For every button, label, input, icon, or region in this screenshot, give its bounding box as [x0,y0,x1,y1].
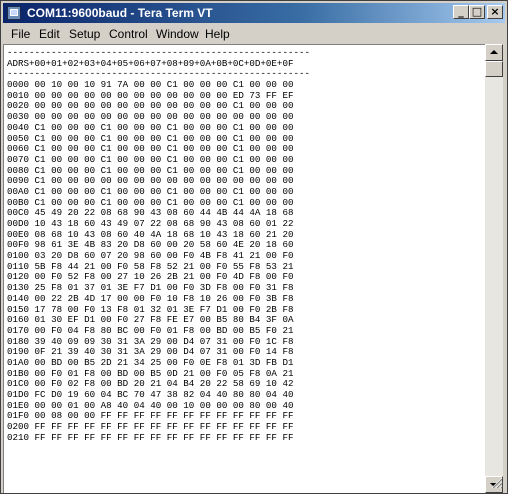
resize-grip-icon[interactable] [491,477,503,489]
menu-window[interactable]: Window [156,27,199,41]
terminal-line: 0010 00 00 00 00 00 00 00 00 00 00 00 00… [7,90,294,101]
terminal-line: 00B0 C1 00 00 00 C1 00 00 00 C1 00 00 00… [7,197,294,208]
terminal-line: 0180 39 40 09 09 30 31 3A 29 00 D4 07 31… [7,336,294,347]
title-bar[interactable]: COM11:9600baud - Tera Term VT _ □ × [3,3,505,23]
menu-bar: File Edit Setup Control Window Help [3,24,505,43]
terminal-line: 0120 00 F0 52 F8 00 27 10 26 2B 21 00 F0… [7,272,294,283]
minimize-button[interactable]: _ [453,5,469,19]
terminal-line: 01E0 00 00 01 00 A8 40 04 40 00 10 00 00… [7,400,294,411]
scroll-up-button[interactable] [485,44,503,61]
terminal-line: 0170 00 F0 04 F8 80 BC 00 F0 01 F8 00 BD… [7,325,294,336]
terminal-line: 0070 C1 00 00 00 C1 00 00 00 C1 00 00 00… [7,154,294,165]
terminal-line: 00D0 10 43 18 60 43 49 07 22 08 68 90 43… [7,219,294,229]
terminal-line: 0190 0F 21 39 40 30 31 3A 29 00 D4 07 31… [7,347,294,358]
window-title: COM11:9600baud - Tera Term VT [27,6,213,20]
terminal-line: 0140 00 22 2B 4D 17 00 00 F0 10 F8 10 26… [7,293,294,304]
terminal-line: ADRS+00+01+02+03+04+05+06+07+08+09+0A+0B… [7,58,294,69]
menu-control[interactable]: Control [109,27,148,41]
tera-term-icon[interactable] [7,6,21,20]
terminal-line: 0050 C1 00 00 00 C1 00 00 00 C1 00 00 00… [7,133,294,144]
terminal-line: 01D0 FC D0 19 60 04 BC 70 47 38 82 04 40… [7,390,294,400]
terminal-line: 0040 C1 00 00 00 C1 00 00 00 C1 00 00 00… [7,122,294,133]
terminal-line: 00F0 98 61 3E 4B 83 20 D8 60 00 20 58 60… [7,240,294,251]
terminal-line: ----------------------------------------… [7,69,311,80]
menu-edit[interactable]: Edit [39,27,60,41]
terminal-screen[interactable]: ----------------------------------------… [3,44,485,493]
terminal-line: 0110 5B F8 44 21 00 F0 58 F8 52 21 00 F0… [7,261,294,272]
close-button[interactable]: × [487,5,503,19]
terminal-line: 00C0 45 49 20 22 08 68 90 43 08 60 44 4B… [7,208,294,219]
terminal-line: 0000 00 10 00 10 91 7A 00 00 C1 00 00 00… [7,80,294,91]
terminal-line: 00E0 08 68 10 43 08 60 40 4A 18 68 10 43… [7,229,294,240]
menu-file[interactable]: File [11,27,30,41]
terminal-line: 0210 FF FF FF FF FF FF FF FF FF FF FF FF… [7,432,294,443]
terminal-line: 0090 C1 00 00 00 00 00 00 00 00 00 00 00… [7,176,294,187]
terminal-line: 0160 01 30 EF D1 00 F0 27 F8 FE E7 00 B5… [7,315,294,326]
terminal-line: ----------------------------------------… [7,48,311,58]
tera-term-window: COM11:9600baud - Tera Term VT _ □ × File… [0,0,508,494]
terminal-line: 0030 00 00 00 00 00 00 00 00 00 00 00 00… [7,112,294,123]
arrow-up-icon [490,50,498,54]
terminal-line: 01B0 00 F0 01 F8 00 BD 00 B5 0D 21 00 F0… [7,368,294,379]
menu-help[interactable]: Help [205,27,230,41]
scroll-thumb[interactable] [485,61,503,77]
terminal-line: 01F0 00 08 00 00 FF FF FF FF FF FF FF FF… [7,411,294,422]
terminal-line: 0060 C1 00 00 00 C1 00 00 00 C1 00 00 00… [7,144,294,155]
terminal-line: 0100 03 20 D8 60 07 20 98 60 00 F0 4B F8… [7,251,294,262]
maximize-button[interactable]: □ [469,5,485,19]
terminal-line: 0200 FF FF FF FF FF FF FF FF FF FF FF FF… [7,422,294,433]
vertical-scrollbar[interactable] [485,44,503,493]
terminal-line: 0130 25 F8 01 37 01 3E F7 D1 00 F0 3D F8… [7,283,294,294]
terminal-line: 00A0 C1 00 00 00 C1 00 00 00 C1 00 00 00… [7,186,294,197]
terminal-line: 0150 17 78 00 F0 13 F8 01 32 01 3E F7 D1… [7,304,294,315]
terminal-output: ----------------------------------------… [7,48,310,443]
terminal-line: 0020 00 00 00 00 00 00 00 00 00 00 00 00… [7,101,294,112]
menu-setup[interactable]: Setup [69,27,100,41]
terminal-line: 01C0 00 F0 02 F8 00 BD 20 21 04 B4 20 22… [7,379,294,390]
terminal-line: 0080 C1 00 00 00 C1 00 00 00 C1 00 00 00… [7,165,294,176]
terminal-line: 01A0 00 BD 00 B5 2D 21 34 25 00 F0 0E F8… [7,357,294,368]
